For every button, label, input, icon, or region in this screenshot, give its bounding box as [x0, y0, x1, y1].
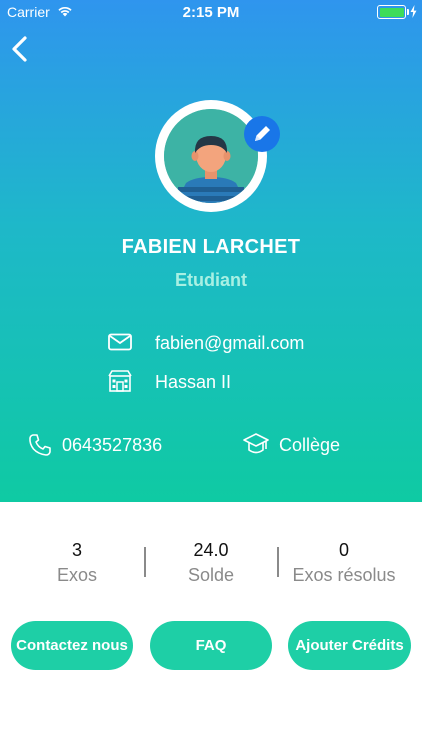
contact-button[interactable]: Contactez nous: [11, 621, 133, 670]
edit-pencil-icon: [255, 126, 270, 141]
stat-label: Exos résolus: [292, 565, 396, 585]
school-text: Hassan II: [155, 372, 232, 392]
level-text: Collège: [279, 435, 341, 455]
charging-icon: [410, 5, 417, 18]
back-chevron-icon[interactable]: [8, 34, 32, 64]
stat-solde: 24.0 Solde: [141, 540, 281, 586]
battery-icon: [377, 5, 406, 19]
faq-button[interactable]: FAQ: [150, 621, 272, 670]
stat-exos: 3 Exos: [7, 540, 147, 586]
mail-icon: [108, 333, 132, 351]
stat-value: 0: [338, 540, 349, 560]
phone-text: 0643527836: [62, 435, 163, 455]
profile-name: FABIEN LARCHET: [121, 236, 301, 258]
profile-role: Etudiant: [175, 270, 247, 290]
school-building-icon: [108, 370, 132, 392]
add-credits-button[interactable]: Ajouter Crédits: [288, 621, 411, 670]
status-time: 2:15 PM: [182, 4, 240, 21]
status-bar: Carrier 2:15 PM: [0, 0, 422, 24]
stat-exos-resolus: 0 Exos résolus: [274, 540, 414, 586]
stat-value: 3: [71, 540, 82, 560]
stat-value: 24.0: [193, 540, 229, 560]
battery-fill: [379, 7, 404, 17]
email-text: fabien@gmail.com: [155, 333, 305, 353]
stat-label: Solde: [187, 565, 235, 585]
profile-header: Carrier 2:15 PM FABIEN LARCHET Etudiant …: [0, 0, 422, 502]
battery-cap: [407, 9, 409, 15]
graduation-cap-icon: [243, 433, 269, 454]
stat-label: Exos: [56, 565, 98, 585]
phone-icon: [29, 434, 51, 456]
edit-avatar-button[interactable]: [244, 116, 280, 152]
